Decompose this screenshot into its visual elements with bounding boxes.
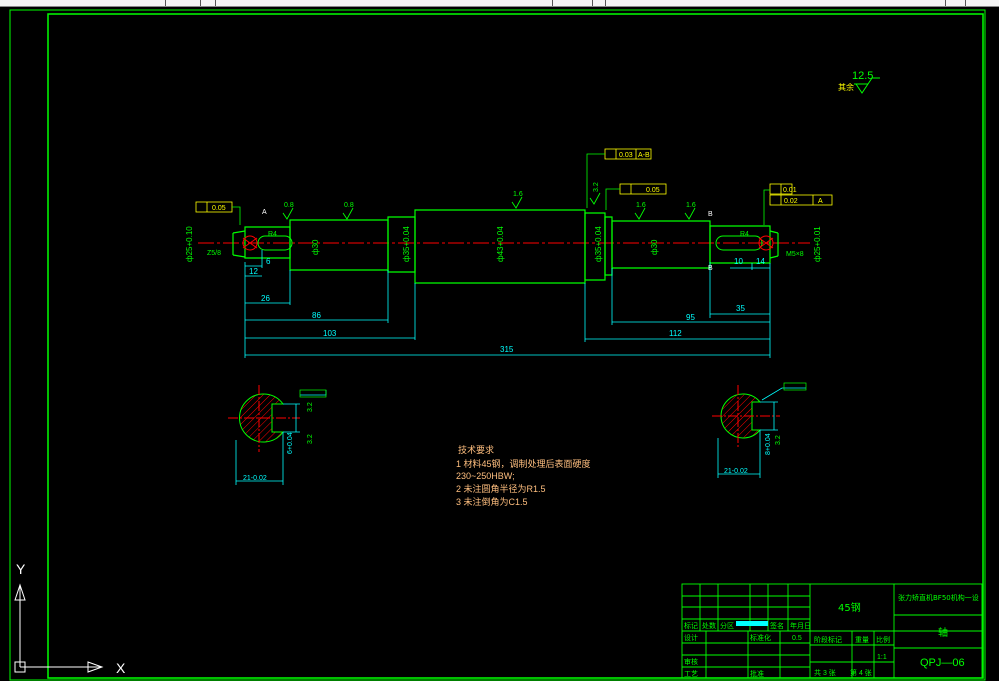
tech-req-line4: 3 未注倒角为C1.5 <box>456 496 528 507</box>
roughness-r4: 1.6 <box>636 202 646 209</box>
tol-parallel: 0.05 <box>646 187 660 194</box>
ucs-y-label: Y <box>16 561 26 577</box>
dim-d-small-b: ф30 <box>650 239 659 255</box>
dim-d-right-end: ф25+0.01 <box>813 226 822 262</box>
section-view-right: 21-0.02 8+0.04 3.2 <box>712 382 807 478</box>
tech-req-line2: 230~250HBW; <box>456 471 515 481</box>
dim-len-103: 103 <box>323 329 337 338</box>
dim-len-112: 112 <box>669 329 682 338</box>
dim-len-95: 95 <box>686 313 695 322</box>
dim-len-12: 12 <box>249 267 258 276</box>
dim-d-left-bearing: ф35+0.04 <box>402 226 411 262</box>
inner-border <box>47 13 984 679</box>
tb-count-label: 处数 <box>702 621 716 630</box>
tol-runout-top-ref: A-B <box>638 152 650 159</box>
svg-text:其余: 其余 <box>838 82 854 92</box>
dim-d-right-bearing: ф35+0.04 <box>594 226 603 262</box>
tb-stage-label: 阶段标记 <box>814 635 842 644</box>
svg-text:21-0.02: 21-0.02 <box>243 475 267 482</box>
datum-a: A <box>262 209 267 216</box>
tb-design-label: 设计 <box>684 633 698 642</box>
dim-d-middle: ф43+0.04 <box>496 226 505 262</box>
datum-c: B <box>708 265 713 272</box>
tech-req-line1: 1 材料45钢，调制处理后表面硬度 <box>456 458 591 469</box>
tb-weight-label: 重量 <box>855 636 869 644</box>
roughness-r5: 1.6 <box>686 202 696 209</box>
cad-model-space[interactable]: 12.5 其余 ф25+0.10 ф30 ф35+0.04 ф43+0.04 ф… <box>0 6 999 681</box>
tech-req-title: 技术要求 <box>458 444 494 455</box>
dim-len-35: 35 <box>736 304 745 313</box>
keyway-radius-right: R4 <box>740 231 749 238</box>
tb-material: 45钢 <box>838 601 861 614</box>
dim-len-315: 315 <box>500 345 514 354</box>
tb-std-label: 标准化 <box>750 633 771 642</box>
thread-left-label: Z5/8 <box>207 250 221 257</box>
tb-company: 张力矫直机BF50机构一设 <box>898 593 979 602</box>
keyway-radius-left: R4 <box>268 231 277 238</box>
outer-border <box>9 9 986 681</box>
tech-req-line3: 2 未注圆角半径为R1.5 <box>456 483 546 494</box>
general-roughness-symbol: 12.5 其余 <box>838 70 880 94</box>
ucs-icon <box>14 583 104 673</box>
tb-review-label: 审核 <box>684 657 698 666</box>
dim-d-small-a: ф30 <box>311 239 320 255</box>
tol-runout-top: 0.03 <box>619 152 633 159</box>
roughness-r2: 0.8 <box>344 202 354 209</box>
datum-b: B <box>708 211 713 218</box>
tb-scale-label: 比例 <box>876 635 890 644</box>
roughness-r3: 1.6 <box>513 191 523 198</box>
tolerance-leaders <box>232 153 770 225</box>
roughness-r6: 3.2 <box>593 182 600 192</box>
dim-len-6: 6 <box>266 257 271 266</box>
tb-date-label: 年月日 <box>790 621 811 630</box>
tb-scale: 1:1 <box>877 654 887 661</box>
thread-right-label: M5×8 <box>786 251 804 258</box>
ucs-x-label: X <box>116 660 126 676</box>
svg-text:8+0.04: 8+0.04 <box>765 433 772 455</box>
tol-flat-left: 0.05 <box>212 205 226 212</box>
dim-len-14: 14 <box>756 257 765 266</box>
tol-runout-right: 0.02 <box>784 198 798 205</box>
svg-text:3.2: 3.2 <box>307 434 314 444</box>
tb-drawing-no: QPJ—06 <box>920 657 965 669</box>
tb-sheet-no: 第 4 张 <box>850 668 872 677</box>
tb-date-val: 0.5 <box>792 635 802 642</box>
tb-part-name: 轴 <box>938 626 948 639</box>
section-view-left: 21-0.02 6+0.04 3.2 3.2 <box>228 385 327 485</box>
svg-text:6+0.04: 6+0.04 <box>287 432 294 454</box>
tol-cyl-right: 0.01 <box>783 187 797 194</box>
dim-len-86: 86 <box>312 311 321 320</box>
tb-sheet-total: 共 3 张 <box>814 668 836 677</box>
svg-text:3.2: 3.2 <box>775 435 782 445</box>
tb-process-label: 工艺 <box>684 670 698 678</box>
length-dimensions <box>244 250 771 358</box>
tb-zone-label: 分区 <box>720 621 734 630</box>
dim-len-26: 26 <box>261 294 270 303</box>
tb-approve-label: 批准 <box>750 669 764 678</box>
tb-sign-label: 签名 <box>770 621 784 630</box>
svg-text:3.2: 3.2 <box>307 402 314 412</box>
dim-len-10: 10 <box>734 257 743 266</box>
dim-d-left-end: ф25+0.10 <box>185 226 194 262</box>
tb-mark-label: 标记 <box>684 621 698 630</box>
tol-runout-right-ref: A <box>818 198 823 205</box>
technical-requirements: 技术要求 1 材料45钢，调制处理后表面硬度 230~250HBW; 2 未注圆… <box>456 444 591 507</box>
svg-text:21-0.02: 21-0.02 <box>724 468 748 475</box>
roughness-r1: 0.8 <box>284 202 294 209</box>
